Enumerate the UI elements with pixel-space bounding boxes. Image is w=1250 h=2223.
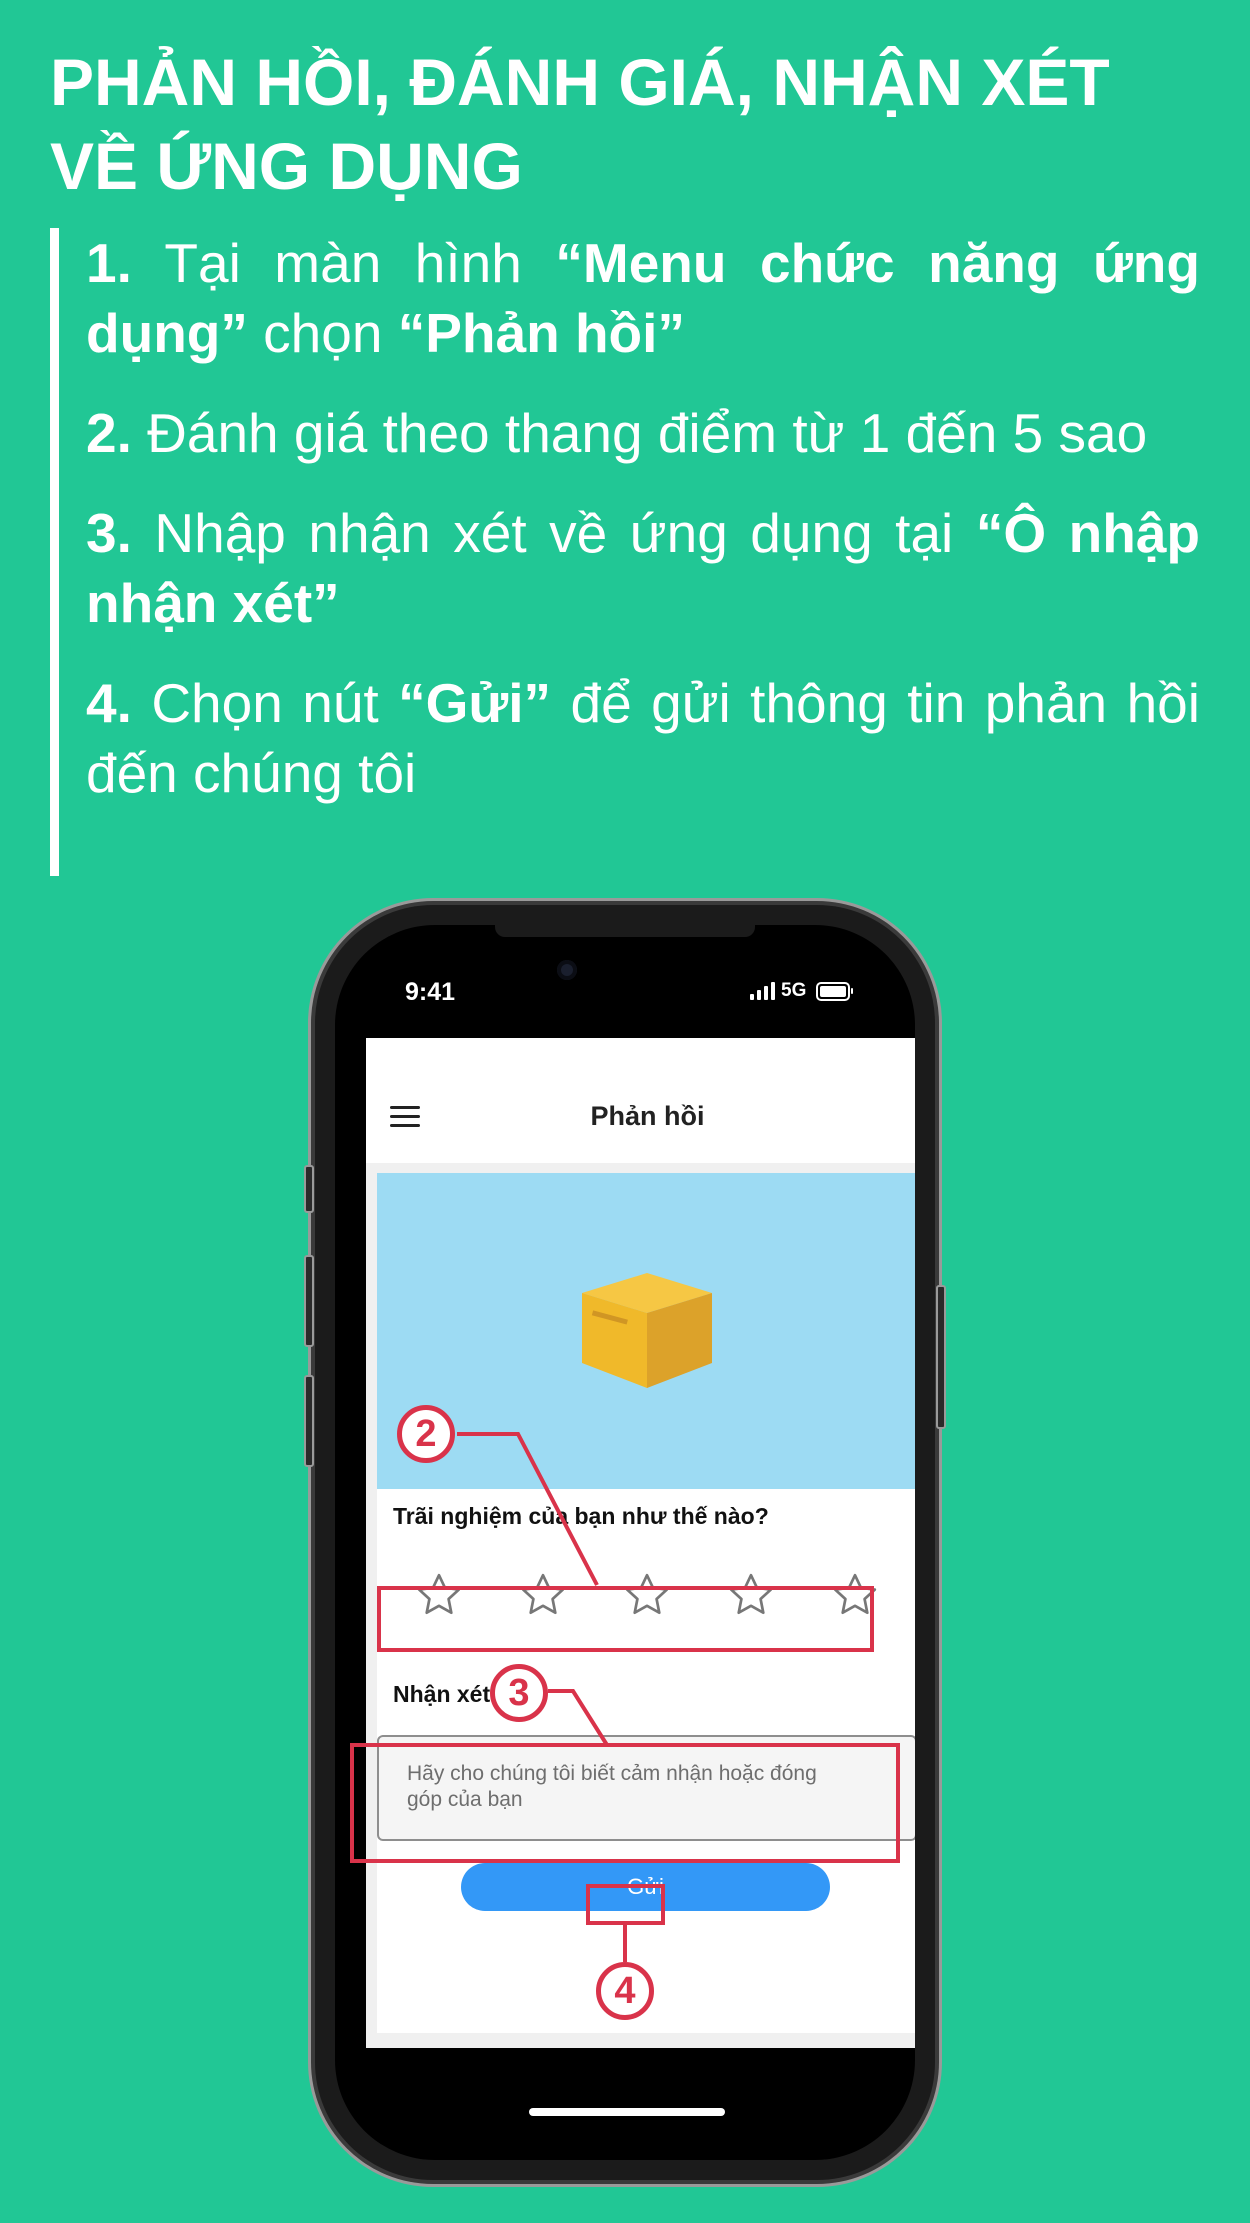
battery-icon xyxy=(816,981,854,1001)
signal-icon xyxy=(750,982,775,1000)
step-number: 2. xyxy=(86,402,132,464)
annotation-badge-3: 3 xyxy=(490,1664,548,1722)
highlight-submit-button xyxy=(586,1884,665,1925)
feedback-banner xyxy=(377,1173,915,1489)
camera-icon xyxy=(557,960,577,980)
steps-accent-bar xyxy=(50,228,59,876)
phone-volume-down xyxy=(304,1375,314,1467)
step-text: Chọn nút xyxy=(131,672,399,734)
app-title: Phản hồi xyxy=(590,1101,705,1131)
instruction-step-1: 1. Tại màn hình “Menu chức năng ứng dụng… xyxy=(86,228,1200,368)
instruction-step-2: 2. Đánh giá theo thang điểm từ 1 đến 5 s… xyxy=(86,398,1200,468)
phone-volume-up xyxy=(304,1255,314,1347)
step-emphasis: “Gửi” xyxy=(398,672,552,734)
comment-label: Nhận xét xyxy=(393,1681,491,1707)
page-title-line1: PHẢN HỒI, ĐÁNH GIÁ, NHẬN XÉT xyxy=(50,45,1110,119)
step-number: 1. xyxy=(86,232,132,294)
annotation-badge-4: 4 xyxy=(596,1962,654,2020)
network-type: 5G xyxy=(781,980,807,1001)
page-title-line2: VỀ ỨNG DỤNG xyxy=(50,129,523,203)
step-text: Đánh giá theo thang điểm từ 1 đến 5 sao xyxy=(131,402,1148,464)
instruction-step-3: 3. Nhập nhận xét về ứng dụng tại “Ô nhập… xyxy=(86,498,1200,638)
instruction-steps: 1. Tại màn hình “Menu chức năng ứng dụng… xyxy=(86,228,1200,838)
phone-power-button xyxy=(936,1285,946,1429)
status-indicators: 5G xyxy=(750,977,854,1005)
step-number: 4. xyxy=(86,672,132,734)
step-text: Tại màn hình xyxy=(131,232,556,294)
page-title: PHẢN HỒI, ĐÁNH GIÁ, NHẬN XÉT VỀ ỨNG DỤNG xyxy=(50,40,1210,208)
instruction-step-4: 4. Chọn nút “Gửi” để gửi thông tin phản … xyxy=(86,668,1200,808)
highlight-comment-input xyxy=(350,1743,900,1863)
highlight-star-rating xyxy=(377,1586,874,1652)
home-indicator xyxy=(529,2108,725,2116)
box-icon xyxy=(582,1273,712,1388)
step-emphasis: “Phản hồi” xyxy=(397,302,685,364)
experience-question: Trãi nghiệm của bạn như thế nào? xyxy=(393,1503,769,1529)
phone-silent-switch xyxy=(304,1165,314,1213)
status-time: 9:41 xyxy=(405,978,456,1006)
annotation-badge-2: 2 xyxy=(397,1405,455,1463)
step-text: Nhập nhận xét về ứng dụng tại xyxy=(131,502,976,564)
step-text: chọn xyxy=(247,302,398,364)
phone-notch xyxy=(495,925,755,937)
step-number: 3. xyxy=(86,502,132,564)
app-header: Phản hồi xyxy=(366,1038,915,1163)
